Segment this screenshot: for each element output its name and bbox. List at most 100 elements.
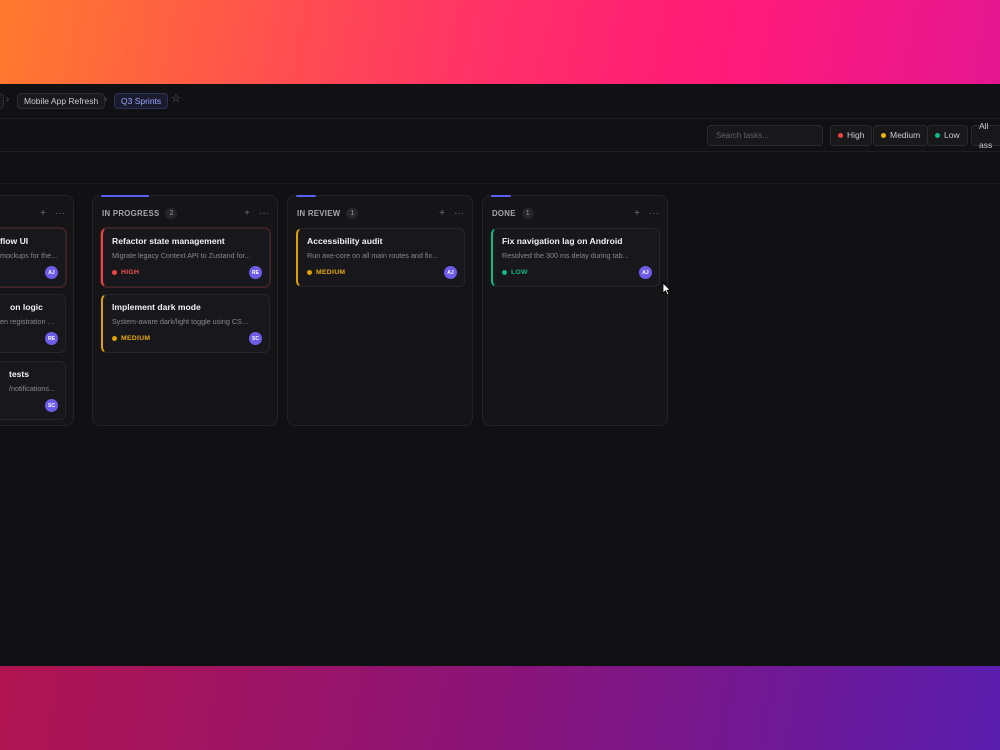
column-accent-bar (101, 195, 149, 197)
filter-high-button[interactable]: High (830, 125, 873, 146)
filter-label: Low (944, 130, 960, 140)
column-header: + ··· (0, 206, 65, 220)
column-actions: + ··· (634, 208, 659, 219)
column-actions: + ··· (40, 208, 65, 219)
column-header: DONE 1 + ··· (492, 206, 659, 220)
add-card-icon[interactable]: + (439, 208, 445, 219)
app-window: › Mobile App Refresh › Q3 Sprints ☆ High… (0, 84, 1000, 666)
assignee-filter-dropdown[interactable]: All ass (971, 121, 1000, 150)
more-icon[interactable]: ··· (649, 208, 659, 219)
column-accent-bar (296, 195, 316, 197)
more-icon[interactable]: ··· (55, 208, 65, 219)
avatar[interactable]: AJ (639, 266, 652, 279)
board-column-in-progress: IN PROGRESS 2 + ··· Refactor state manag… (92, 195, 278, 426)
priority-dot-icon (112, 336, 117, 341)
task-card[interactable]: Accessibility audit Run axe-core on all … (296, 228, 465, 287)
column-actions: + ··· (244, 208, 269, 219)
priority-badge: LOW (502, 269, 528, 276)
toolbar-secondary (0, 152, 1000, 184)
column-title: IN PROGRESS (102, 208, 160, 218)
filter-label: High (847, 130, 865, 140)
card-title: flow UI (0, 236, 29, 246)
column-accent-bar (491, 195, 511, 197)
priority-badge: MEDIUM (307, 269, 345, 276)
priority-badge: MEDIUM (112, 335, 150, 342)
avatar[interactable]: AJ (444, 266, 457, 279)
background-gradient-bottom (0, 660, 1000, 750)
card-title: Implement dark mode (112, 302, 201, 312)
priority-label: MEDIUM (316, 269, 346, 276)
card-title: Fix navigation lag on Android (502, 236, 623, 246)
priority-label: LOW (511, 269, 528, 276)
task-card[interactable]: on logic en registration on... RE (0, 294, 66, 353)
task-card[interactable]: Implement dark mode System-aware dark/li… (101, 294, 270, 353)
breadcrumb-separator: › (104, 94, 108, 105)
column-count-badge: 1 (521, 207, 534, 219)
task-card[interactable]: Fix navigation lag on Android Resolved t… (491, 228, 660, 287)
card-description: mockups for the... (0, 251, 58, 260)
column-header: IN PROGRESS 2 + ··· (102, 206, 269, 220)
card-footer: RE (0, 332, 58, 345)
priority-badge: HIGH (112, 269, 139, 276)
card-description: en registration on... (0, 317, 58, 326)
medium-dot-icon (881, 133, 886, 138)
breadcrumb-item-project[interactable]: Mobile App Refresh (17, 93, 106, 109)
card-title: Accessibility audit (307, 236, 383, 246)
breadcrumb: › Mobile App Refresh › Q3 Sprints ☆ (0, 84, 1000, 119)
card-footer: AJ (0, 266, 58, 279)
board-column-done: DONE 1 + ··· Fix navigation lag on Andro… (482, 195, 668, 426)
avatar[interactable]: SC (249, 332, 262, 345)
priority-label: MEDIUM (121, 335, 151, 342)
card-title: tests (9, 369, 30, 379)
assignee-label: All ass (979, 120, 993, 150)
avatar[interactable]: RE (249, 266, 262, 279)
breadcrumb-item-sprints[interactable]: Q3 Sprints (114, 93, 169, 109)
avatar[interactable]: AJ (45, 266, 58, 279)
card-description: Migrate legacy Context API to Zustand fo… (112, 251, 251, 260)
filter-low-button[interactable]: Low (927, 125, 968, 146)
board-column-todo: + ··· flow UI mockups for the... AJ on l… (0, 195, 74, 426)
task-card[interactable]: tests /notifications... SC (0, 361, 66, 420)
card-footer: MEDIUM SC (112, 332, 262, 345)
breadcrumb-separator: › (6, 94, 10, 105)
high-dot-icon (838, 133, 843, 138)
add-card-icon[interactable]: + (244, 208, 250, 219)
more-icon[interactable]: ··· (259, 208, 269, 219)
card-footer: SC (0, 399, 58, 412)
low-dot-icon (935, 133, 940, 138)
card-footer: HIGH RE (112, 266, 262, 279)
star-icon[interactable]: ☆ (171, 92, 181, 105)
card-description: Resolved the 300 ms delay during tab... (502, 251, 629, 260)
task-card[interactable]: Refactor state management Migrate legacy… (101, 228, 270, 287)
search-input[interactable] (707, 125, 823, 146)
card-title: on logic (10, 302, 43, 312)
more-icon[interactable]: ··· (454, 208, 464, 219)
priority-dot-icon (502, 270, 507, 275)
card-footer: LOW AJ (502, 266, 652, 279)
filter-medium-button[interactable]: Medium (873, 125, 929, 146)
priority-dot-icon (112, 270, 117, 275)
card-description: Run axe-core on all main routes and fix.… (307, 251, 439, 260)
breadcrumb-item-partial[interactable] (0, 93, 4, 109)
card-footer: MEDIUM AJ (307, 266, 457, 279)
toolbar: High Medium Low All ass (0, 119, 1000, 152)
column-title: DONE (492, 208, 516, 218)
filter-label: Medium (890, 130, 921, 140)
mouse-cursor-icon (662, 282, 672, 296)
avatar[interactable]: RE (45, 332, 58, 345)
priority-dot-icon (307, 270, 312, 275)
card-description: System-aware dark/light toggle using CSS… (112, 317, 252, 326)
column-count-badge: 2 (165, 207, 178, 219)
column-header: IN REVIEW 1 + ··· (297, 206, 464, 220)
card-description: /notifications... (9, 384, 55, 393)
column-count-badge: 1 (346, 207, 359, 219)
board-column-in-review: IN REVIEW 1 + ··· Accessibility audit Ru… (287, 195, 473, 426)
task-card[interactable]: flow UI mockups for the... AJ (0, 228, 66, 287)
avatar[interactable]: SC (45, 399, 58, 412)
column-title: IN REVIEW (297, 208, 341, 218)
priority-label: HIGH (121, 269, 140, 276)
add-card-icon[interactable]: + (40, 208, 46, 219)
column-actions: + ··· (439, 208, 464, 219)
card-title: Refactor state management (112, 236, 225, 246)
add-card-icon[interactable]: + (634, 208, 640, 219)
